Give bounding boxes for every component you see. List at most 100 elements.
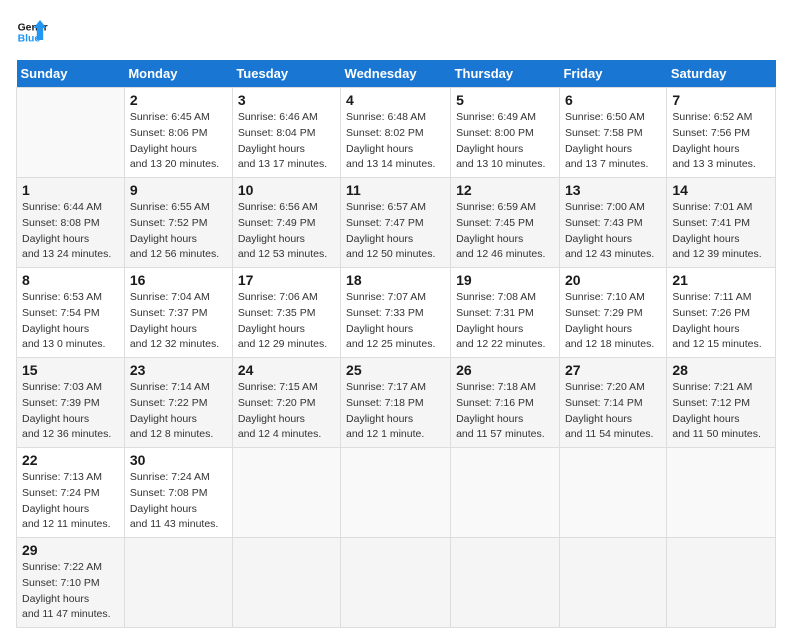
calendar-cell: 17 Sunrise: 7:06 AMSunset: 7:35 PMDaylig… [232,268,340,358]
day-number: 18 [346,272,445,288]
day-number: 12 [456,182,554,198]
day-info: Sunrise: 7:24 AMSunset: 7:08 PMDaylight … [130,471,219,530]
calendar-table: SundayMondayTuesdayWednesdayThursdayFrid… [16,60,776,628]
day-number: 20 [565,272,661,288]
day-info: Sunrise: 6:59 AMSunset: 7:45 PMDaylight … [456,201,545,260]
calendar-cell [451,538,560,628]
day-number: 26 [456,362,554,378]
header-friday: Friday [559,60,666,88]
calendar-week-row: 22 Sunrise: 7:13 AMSunset: 7:24 PMDaylig… [17,448,776,538]
calendar-cell: 5 Sunrise: 6:49 AMSunset: 8:00 PMDayligh… [451,88,560,178]
day-number: 14 [672,182,770,198]
day-number: 24 [238,362,335,378]
calendar-week-row: 8 Sunrise: 6:53 AMSunset: 7:54 PMDayligh… [17,268,776,358]
day-number: 2 [130,92,227,108]
day-info: Sunrise: 6:44 AMSunset: 8:08 PMDaylight … [22,201,111,260]
calendar-cell: 23 Sunrise: 7:14 AMSunset: 7:22 PMDaylig… [124,358,232,448]
day-info: Sunrise: 7:20 AMSunset: 7:14 PMDaylight … [565,381,654,440]
calendar-cell [341,448,451,538]
header-thursday: Thursday [451,60,560,88]
day-info: Sunrise: 7:22 AMSunset: 7:10 PMDaylight … [22,561,111,620]
day-info: Sunrise: 6:49 AMSunset: 8:00 PMDaylight … [456,111,545,170]
day-number: 28 [672,362,770,378]
day-number: 19 [456,272,554,288]
day-number: 23 [130,362,227,378]
day-info: Sunrise: 7:21 AMSunset: 7:12 PMDaylight … [672,381,761,440]
calendar-cell: 25 Sunrise: 7:17 AMSunset: 7:18 PMDaylig… [341,358,451,448]
day-number: 1 [22,182,119,198]
calendar-cell: 7 Sunrise: 6:52 AMSunset: 7:56 PMDayligh… [667,88,776,178]
day-info: Sunrise: 7:15 AMSunset: 7:20 PMDaylight … [238,381,321,440]
day-info: Sunrise: 7:00 AMSunset: 7:43 PMDaylight … [565,201,654,260]
header: General Blue [16,16,776,48]
day-number: 22 [22,452,119,468]
calendar-cell [559,538,666,628]
calendar-week-row: 2 Sunrise: 6:45 AMSunset: 8:06 PMDayligh… [17,88,776,178]
header-sunday: Sunday [17,60,125,88]
calendar-cell: 18 Sunrise: 7:07 AMSunset: 7:33 PMDaylig… [341,268,451,358]
day-number: 29 [22,542,119,558]
calendar-week-row: 29 Sunrise: 7:22 AMSunset: 7:10 PMDaylig… [17,538,776,628]
calendar-cell: 13 Sunrise: 7:00 AMSunset: 7:43 PMDaylig… [559,178,666,268]
calendar-cell: 8 Sunrise: 6:53 AMSunset: 7:54 PMDayligh… [17,268,125,358]
calendar-cell [667,538,776,628]
calendar-week-row: 1 Sunrise: 6:44 AMSunset: 8:08 PMDayligh… [17,178,776,268]
day-info: Sunrise: 7:06 AMSunset: 7:35 PMDaylight … [238,291,327,350]
calendar-cell: 30 Sunrise: 7:24 AMSunset: 7:08 PMDaylig… [124,448,232,538]
day-info: Sunrise: 7:08 AMSunset: 7:31 PMDaylight … [456,291,545,350]
day-number: 9 [130,182,227,198]
calendar-cell: 20 Sunrise: 7:10 AMSunset: 7:29 PMDaylig… [559,268,666,358]
day-number: 17 [238,272,335,288]
day-info: Sunrise: 6:56 AMSunset: 7:49 PMDaylight … [238,201,327,260]
calendar-cell: 10 Sunrise: 6:56 AMSunset: 7:49 PMDaylig… [232,178,340,268]
day-number: 4 [346,92,445,108]
calendar-cell: 9 Sunrise: 6:55 AMSunset: 7:52 PMDayligh… [124,178,232,268]
calendar-cell: 19 Sunrise: 7:08 AMSunset: 7:31 PMDaylig… [451,268,560,358]
calendar-cell: 26 Sunrise: 7:18 AMSunset: 7:16 PMDaylig… [451,358,560,448]
calendar-week-row: 15 Sunrise: 7:03 AMSunset: 7:39 PMDaylig… [17,358,776,448]
day-info: Sunrise: 7:14 AMSunset: 7:22 PMDaylight … [130,381,213,440]
day-info: Sunrise: 6:55 AMSunset: 7:52 PMDaylight … [130,201,219,260]
day-number: 30 [130,452,227,468]
calendar-cell: 11 Sunrise: 6:57 AMSunset: 7:47 PMDaylig… [341,178,451,268]
day-info: Sunrise: 7:11 AMSunset: 7:26 PMDaylight … [672,291,761,350]
day-number: 15 [22,362,119,378]
day-number: 11 [346,182,445,198]
day-info: Sunrise: 7:17 AMSunset: 7:18 PMDaylight … [346,381,426,440]
calendar-cell: 27 Sunrise: 7:20 AMSunset: 7:14 PMDaylig… [559,358,666,448]
calendar-cell: 28 Sunrise: 7:21 AMSunset: 7:12 PMDaylig… [667,358,776,448]
day-info: Sunrise: 6:52 AMSunset: 7:56 PMDaylight … [672,111,755,170]
day-number: 27 [565,362,661,378]
day-info: Sunrise: 6:50 AMSunset: 7:58 PMDaylight … [565,111,648,170]
calendar-header-row: SundayMondayTuesdayWednesdayThursdayFrid… [17,60,776,88]
calendar-cell: 22 Sunrise: 7:13 AMSunset: 7:24 PMDaylig… [17,448,125,538]
calendar-cell: 16 Sunrise: 7:04 AMSunset: 7:37 PMDaylig… [124,268,232,358]
calendar-cell: 21 Sunrise: 7:11 AMSunset: 7:26 PMDaylig… [667,268,776,358]
calendar-cell: 2 Sunrise: 6:45 AMSunset: 8:06 PMDayligh… [124,88,232,178]
logo-icon: General Blue [16,16,48,48]
calendar-cell: 6 Sunrise: 6:50 AMSunset: 7:58 PMDayligh… [559,88,666,178]
day-info: Sunrise: 7:10 AMSunset: 7:29 PMDaylight … [565,291,654,350]
calendar-cell [451,448,560,538]
day-number: 5 [456,92,554,108]
calendar-cell: 15 Sunrise: 7:03 AMSunset: 7:39 PMDaylig… [17,358,125,448]
calendar-cell [559,448,666,538]
day-number: 21 [672,272,770,288]
day-number: 3 [238,92,335,108]
day-info: Sunrise: 6:57 AMSunset: 7:47 PMDaylight … [346,201,435,260]
day-number: 10 [238,182,335,198]
day-number: 8 [22,272,119,288]
calendar-cell: 24 Sunrise: 7:15 AMSunset: 7:20 PMDaylig… [232,358,340,448]
calendar-cell: 14 Sunrise: 7:01 AMSunset: 7:41 PMDaylig… [667,178,776,268]
calendar-cell [232,538,340,628]
calendar-cell [17,88,125,178]
calendar-cell [124,538,232,628]
header-tuesday: Tuesday [232,60,340,88]
header-wednesday: Wednesday [341,60,451,88]
calendar-cell [341,538,451,628]
day-info: Sunrise: 6:46 AMSunset: 8:04 PMDaylight … [238,111,327,170]
calendar-cell [232,448,340,538]
day-info: Sunrise: 6:53 AMSunset: 7:54 PMDaylight … [22,291,105,350]
calendar-cell: 1 Sunrise: 6:44 AMSunset: 8:08 PMDayligh… [17,178,125,268]
day-info: Sunrise: 7:04 AMSunset: 7:37 PMDaylight … [130,291,219,350]
